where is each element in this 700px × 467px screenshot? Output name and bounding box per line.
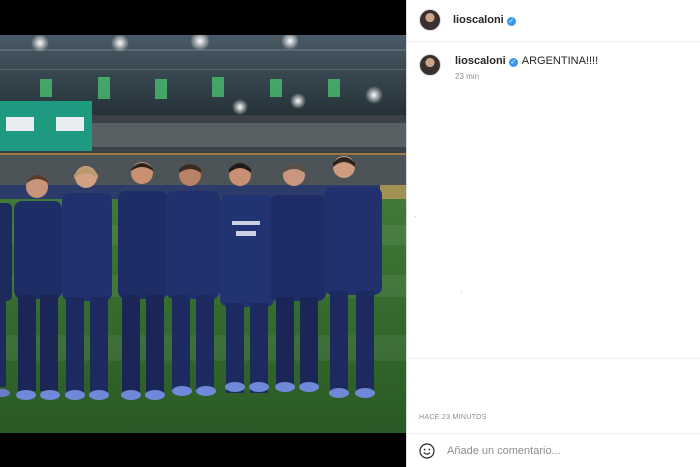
divider [407,358,700,359]
post-media-panel [0,0,406,467]
emoji-icon[interactable] [419,443,435,459]
post-header: lioscaloni ✓ [407,0,700,42]
post-details-panel: lioscaloni ✓ lioscaloni ✓ ARGENTINA!!!! 23 … [406,0,700,467]
post-image[interactable] [0,35,406,433]
artifact-dot [415,216,416,217]
caption: lioscaloni ✓ ARGENTINA!!!! 23 min [407,50,700,90]
comments-area [407,90,700,358]
comment-bar [407,433,700,467]
caption-body: ARGENTINA!!!! [521,55,599,67]
comment-input[interactable] [447,443,647,459]
caption-author-avatar[interactable] [419,54,441,76]
caption-text: lioscaloni ✓ ARGENTINA!!!! [455,55,598,67]
verified-badge-icon: ✓ [508,58,518,67]
author-username[interactable]: lioscaloni ✓ [453,14,516,26]
author-avatar[interactable] [419,9,441,31]
artifact-dot [461,292,462,293]
caption-timestamp[interactable]: 23 min [455,72,479,81]
verified-badge-icon: ✓ [506,17,516,26]
post-timestamp[interactable]: HACE 23 MINUTOS [419,414,487,421]
caption-username[interactable]: lioscaloni ✓ [455,55,518,67]
